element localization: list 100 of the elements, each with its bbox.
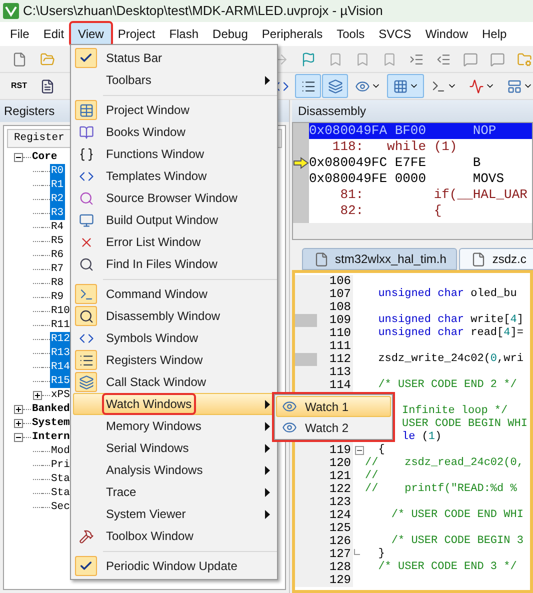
tree-item[interactable]: Mod bbox=[50, 444, 71, 458]
menu-item[interactable]: Books Window bbox=[73, 121, 275, 143]
menu-item[interactable]: Find In Files Window bbox=[73, 253, 275, 275]
tree-item[interactable]: Intern bbox=[31, 430, 71, 444]
viewer-icon bbox=[506, 78, 522, 94]
tree-item[interactable]: Sec bbox=[50, 500, 71, 514]
menu-bar-item[interactable]: Edit bbox=[36, 23, 72, 45]
tree-item[interactable]: R11 bbox=[50, 318, 71, 332]
collapse-icon[interactable] bbox=[14, 152, 23, 162]
tree-item[interactable]: Core bbox=[31, 150, 58, 164]
toolbar-button[interactable]: RST bbox=[6, 74, 32, 98]
code-line: zsdz_write_24c02(0,wri bbox=[377, 353, 524, 366]
tree-item[interactable]: System bbox=[31, 416, 71, 430]
line-number: 125 bbox=[329, 521, 351, 535]
window-title: C:\Users\zhuan\Desktop\test\MDK-ARM\LED.uvprojx - µVision bbox=[23, 2, 383, 20]
disassembly-line: 118: while (1) bbox=[331, 139, 458, 155]
menu-item[interactable]: Toolbars bbox=[73, 69, 275, 91]
tree-item[interactable]: R2 bbox=[50, 192, 65, 206]
menu-item[interactable]: Memory Windows bbox=[73, 415, 275, 437]
menu-bar-item[interactable]: Peripherals bbox=[254, 23, 330, 45]
menu-item[interactable]: Serial Windows bbox=[73, 437, 275, 459]
tree-item[interactable]: R7 bbox=[50, 262, 65, 276]
menu-item[interactable]: System Viewer bbox=[73, 503, 275, 525]
line-number: 121 bbox=[329, 469, 351, 483]
collapse-icon[interactable] bbox=[14, 432, 23, 442]
book-icon bbox=[78, 124, 94, 140]
tree-item[interactable]: R1 bbox=[50, 178, 65, 192]
tree-item[interactable]: R15 bbox=[50, 374, 71, 388]
tree-item[interactable]: R0 bbox=[50, 164, 65, 178]
line-number: 114 bbox=[329, 378, 351, 392]
expand-icon[interactable] bbox=[14, 418, 23, 428]
line-number: 106 bbox=[329, 274, 351, 288]
app-logo-icon bbox=[3, 3, 19, 19]
tree-item[interactable]: Sta bbox=[50, 472, 71, 486]
tree-item[interactable]: Banked bbox=[31, 402, 71, 416]
tree-item[interactable]: R14 bbox=[50, 360, 71, 374]
menu-item[interactable]: Call Stack Window bbox=[73, 371, 275, 393]
submenu-arrow-icon bbox=[265, 510, 270, 518]
tree-item[interactable]: R3 bbox=[50, 206, 65, 220]
menu-item[interactable]: Trace bbox=[73, 481, 275, 503]
menu-item[interactable]: Project Window bbox=[73, 99, 275, 121]
menu-bar-item[interactable]: Debug bbox=[206, 23, 255, 45]
find-icon bbox=[78, 256, 94, 272]
menu-bar-item[interactable]: View bbox=[71, 23, 111, 45]
folder-icon bbox=[39, 51, 55, 67]
menu-bar-item[interactable]: Project bbox=[110, 23, 162, 45]
menu-bar-item[interactable]: SVCS bbox=[372, 23, 418, 45]
menu-item[interactable]: Toolbox Window bbox=[73, 525, 275, 547]
code-line: } bbox=[377, 548, 385, 561]
expand-icon[interactable] bbox=[14, 404, 23, 414]
editor-tab[interactable]: stm32wlxx_hal_tim.h bbox=[302, 248, 458, 270]
menu-bar-item[interactable]: File bbox=[3, 23, 36, 45]
submenu-arrow-icon bbox=[265, 466, 270, 474]
memory-icon bbox=[392, 78, 408, 94]
menu-item[interactable]: Error List Window bbox=[73, 231, 275, 253]
tree-item[interactable]: R5 bbox=[50, 234, 65, 248]
menu-item[interactable]: Build Output Window bbox=[73, 209, 275, 231]
submenu-arrow-icon bbox=[265, 400, 270, 408]
tree-item[interactable]: R6 bbox=[50, 248, 65, 262]
menu-bar-item[interactable]: Tools bbox=[330, 23, 372, 45]
fold-icon[interactable] bbox=[354, 446, 364, 455]
menu-item[interactable]: Watch 1 bbox=[276, 396, 391, 417]
menu-item[interactable]: Disassembly Window bbox=[73, 305, 275, 327]
menu-item[interactable]: Source Browser Window bbox=[73, 187, 275, 209]
menu-item[interactable]: Watch Windows bbox=[73, 393, 275, 415]
toolbar-button[interactable] bbox=[295, 74, 321, 98]
tree-item[interactable]: R12 bbox=[50, 332, 71, 346]
menu-item[interactable]: Command Window bbox=[73, 283, 275, 305]
menu-item[interactable]: Periodic Window Update bbox=[73, 555, 275, 577]
tree-item[interactable]: Sta bbox=[50, 486, 71, 500]
menu-item[interactable]: Symbols Window bbox=[73, 327, 275, 349]
code-line: /* USER CODE END 2 */ bbox=[377, 379, 517, 392]
menu-bar-item[interactable]: Window bbox=[418, 23, 475, 45]
tree-item[interactable]: R10 bbox=[50, 304, 71, 318]
tree-item[interactable]: R13 bbox=[50, 346, 71, 360]
code-line: le (1) bbox=[401, 431, 442, 444]
line-number: 119 bbox=[329, 443, 351, 457]
tree-item[interactable]: R4 bbox=[50, 220, 65, 234]
expand-icon[interactable] bbox=[33, 390, 42, 400]
comment-icon bbox=[489, 51, 505, 67]
editor-tab[interactable]: zsdz.c bbox=[459, 248, 533, 270]
disassembly-line: 0x080049FE 0000 MOVS bbox=[309, 171, 506, 187]
line-number: 109 bbox=[329, 313, 351, 327]
tree-item[interactable]: xPS bbox=[50, 388, 71, 402]
code-line: Infinite loop */ bbox=[401, 405, 508, 418]
menu-bar-item[interactable]: Help bbox=[475, 23, 514, 45]
tree-item[interactable]: R8 bbox=[50, 276, 65, 290]
submenu-arrow-icon bbox=[265, 488, 270, 496]
trace-icon bbox=[468, 78, 484, 94]
menu-item[interactable]: Watch 2 bbox=[276, 417, 391, 438]
tree-item[interactable]: R9 bbox=[50, 290, 65, 304]
code-line: /* USER CODE BEGIN 3 bbox=[390, 535, 524, 548]
menu-item[interactable]: Registers Window bbox=[73, 349, 275, 371]
document-icon bbox=[39, 78, 55, 94]
tree-item[interactable]: Pri bbox=[50, 458, 71, 472]
menu-item[interactable]: Functions Window bbox=[73, 143, 275, 165]
menu-bar-item[interactable]: Flash bbox=[162, 23, 206, 45]
menu-item[interactable]: Analysis Windows bbox=[73, 459, 275, 481]
menu-item[interactable]: Status Bar bbox=[73, 47, 275, 69]
menu-item[interactable]: Templates Window bbox=[73, 165, 275, 187]
